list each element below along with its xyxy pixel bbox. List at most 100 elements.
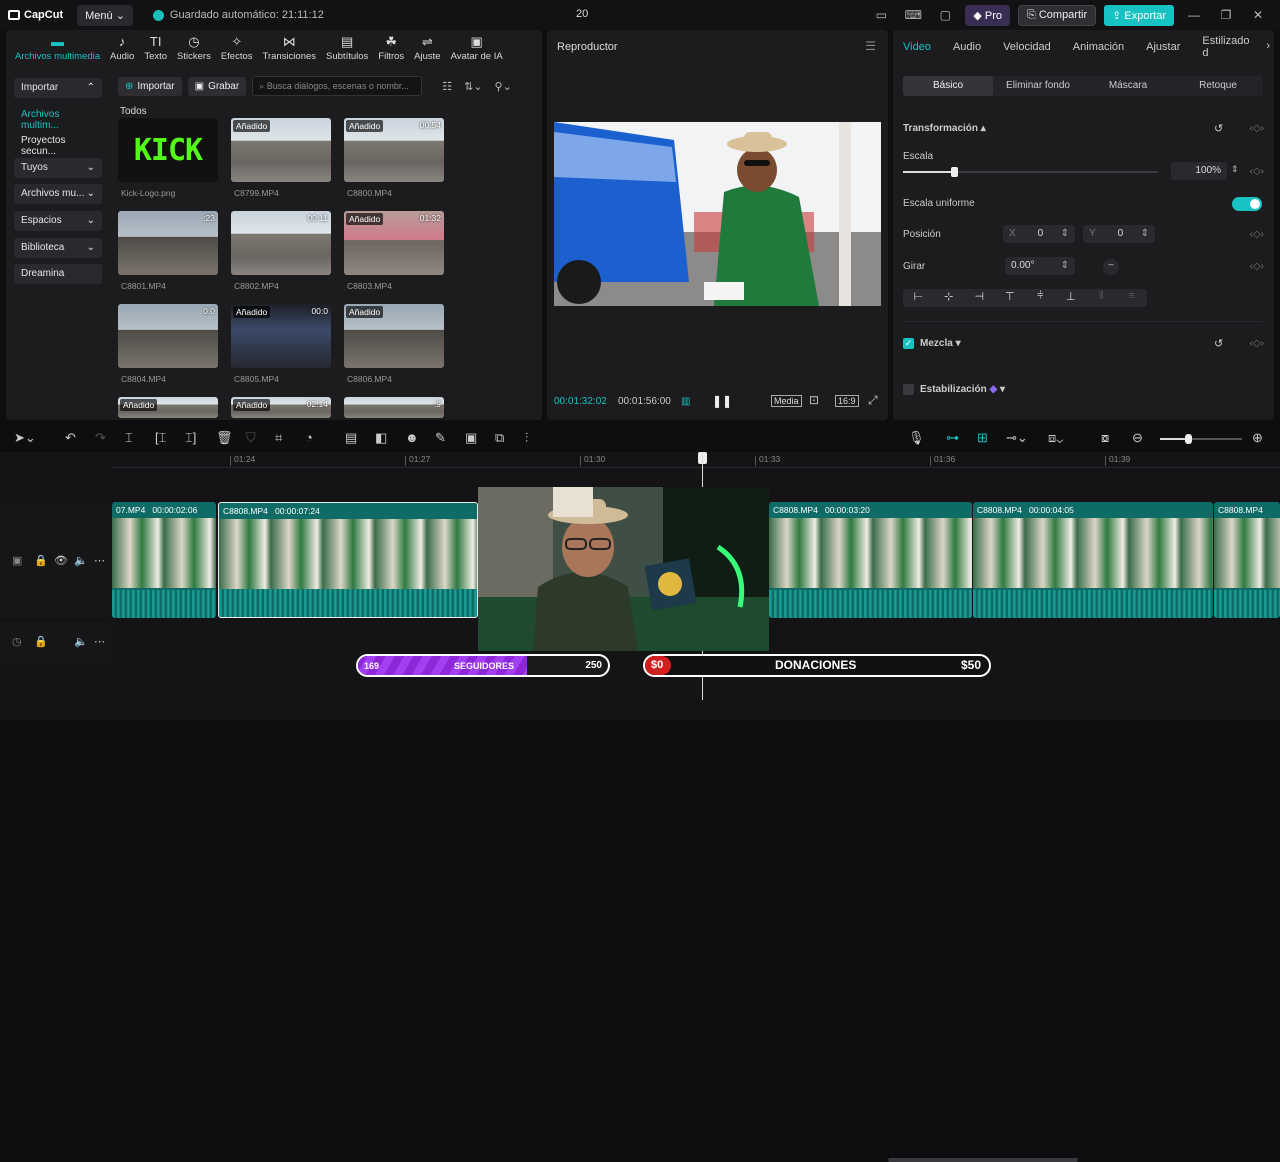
eye-icon[interactable]: 👁 bbox=[54, 554, 68, 567]
minimize-icon[interactable]: — bbox=[1182, 8, 1206, 22]
media-thumbnail[interactable]: Añadido bbox=[118, 397, 218, 418]
tool-sticker[interactable]: ◷ Stickers bbox=[172, 30, 216, 66]
media-thumbnail[interactable]: Añadido bbox=[344, 304, 444, 368]
scale-slider[interactable] bbox=[903, 167, 1158, 177]
position-y-input[interactable]: Y 0 ⇕ bbox=[1083, 225, 1155, 243]
lock-icon[interactable]: 🔒 bbox=[34, 554, 48, 567]
microphone-icon[interactable]: 🎙 bbox=[908, 430, 925, 446]
sidebar-item-7[interactable]: Dreamina bbox=[14, 264, 102, 285]
scale-value-input[interactable]: 100% bbox=[1171, 162, 1227, 180]
align-right-icon[interactable]: ⊣ bbox=[964, 289, 995, 307]
snapshot-icon[interactable]: ⊡ bbox=[809, 393, 819, 407]
zoom-slider-knob[interactable] bbox=[1185, 434, 1192, 444]
split-right-icon[interactable]: ⌶] bbox=[185, 430, 196, 446]
subtitle-tool-icon[interactable]: ▣ bbox=[465, 430, 477, 446]
ratio-button[interactable]: 16:9 bbox=[835, 395, 859, 407]
media-thumbnail[interactable]: Añadido 02:14 bbox=[231, 397, 331, 418]
align-top-icon[interactable]: ⊤ bbox=[995, 289, 1026, 307]
blend-section-title[interactable]: Mezcla ▾ bbox=[920, 338, 961, 349]
zoom-out-icon[interactable]: ⊖ bbox=[1132, 430, 1143, 446]
rotate-stepper-icon[interactable]: ⇕ bbox=[1061, 260, 1069, 271]
pos-x-stepper-icon[interactable]: ⇕ bbox=[1061, 228, 1069, 239]
screen-split-icon[interactable]: ⧈⌄ bbox=[1048, 430, 1063, 446]
tool-adjust[interactable]: ⇌ Ajuste bbox=[409, 30, 445, 66]
inspector-tab-1[interactable]: Audio bbox=[953, 41, 981, 53]
sidebar-item-0[interactable]: Importar ⌃ bbox=[14, 78, 102, 98]
tool-media[interactable]: ▬ Archivos multimedia bbox=[10, 30, 105, 66]
zoom-slider[interactable] bbox=[1160, 434, 1242, 444]
pos-y-stepper-icon[interactable]: ⇕ bbox=[1141, 228, 1149, 239]
zoom-in-icon[interactable]: ⊕ bbox=[1252, 430, 1263, 446]
keyframe-position-icon[interactable]: ‹◇› bbox=[1250, 229, 1264, 240]
split-left-icon[interactable]: [⌶ bbox=[155, 430, 166, 446]
inspector-tab-2[interactable]: Velocidad bbox=[1003, 41, 1051, 53]
mirror-icon[interactable]: ◧ bbox=[375, 430, 387, 446]
export-frame-icon[interactable]: ⧉ bbox=[495, 430, 504, 446]
link-magnet-icon[interactable]: ⊶ bbox=[946, 430, 959, 446]
timeline-scrollbar[interactable] bbox=[888, 1158, 1078, 1162]
uniform-scale-toggle[interactable] bbox=[1232, 197, 1262, 211]
media-thumbnail[interactable]: 00:11 bbox=[231, 211, 331, 275]
tabs-next-icon[interactable]: › bbox=[1266, 40, 1270, 52]
pause-icon[interactable]: ❚❚ bbox=[712, 394, 732, 408]
keyframe-blend-icon[interactable]: ‹◇› bbox=[1250, 338, 1264, 349]
media-thumbnail[interactable]: :9 bbox=[344, 397, 444, 418]
fit-screen-icon[interactable]: ⧇ bbox=[1101, 430, 1109, 446]
tool-audio[interactable]: ♪ Audio bbox=[105, 30, 139, 66]
sort-icon[interactable]: ⇅⌄ bbox=[464, 80, 482, 93]
media-thumbnail[interactable]: :23 bbox=[118, 211, 218, 275]
sidebar-item-3[interactable]: Tuyos ⌄ bbox=[14, 157, 102, 178]
audio-more-icon[interactable]: ⋯ bbox=[94, 635, 105, 648]
player-menu-icon[interactable]: ☰ bbox=[865, 39, 876, 53]
record-button[interactable]: ▣ Grabar bbox=[187, 76, 247, 96]
media-thumbnail[interactable]: 0:0 bbox=[118, 304, 218, 368]
transform-section-title[interactable]: Transformación ▴ bbox=[903, 123, 986, 134]
filter-icon[interactable]: ⚲⌄ bbox=[495, 80, 512, 93]
distribute-v-icon[interactable]: ≡ bbox=[1117, 289, 1148, 307]
timeline-clip[interactable]: C8808.MP4 00:00:04:05 bbox=[973, 502, 1213, 618]
inspector-subtab-0[interactable]: Básico bbox=[903, 76, 993, 96]
tool-effects[interactable]: ✧ Efectos bbox=[216, 30, 258, 66]
align-left-icon[interactable]: ⊢ bbox=[903, 289, 934, 307]
mute-icon[interactable]: 🔈 bbox=[74, 554, 88, 567]
link-icon[interactable]: ⊸⌄ bbox=[1006, 430, 1028, 446]
pro-button[interactable]: ◆ Pro bbox=[965, 4, 1010, 26]
tool-filter[interactable]: ☘ Filtros bbox=[373, 30, 409, 66]
caption-icon[interactable]: ▤ bbox=[345, 430, 357, 446]
inspector-tab-4[interactable]: Ajustar bbox=[1146, 41, 1180, 53]
preview-axis-icon[interactable]: ⊞ bbox=[977, 430, 988, 446]
keyframe-transform-icon[interactable]: ‹◇› bbox=[1250, 123, 1264, 134]
align-center-v-icon[interactable]: ⫩ bbox=[1025, 289, 1056, 307]
inspector-subtab-1[interactable]: Eliminar fondo bbox=[993, 76, 1083, 96]
import-button[interactable]: ⊕ Importar bbox=[118, 76, 182, 96]
inspector-tab-0[interactable]: Video bbox=[903, 41, 931, 53]
rotate-dial-icon[interactable]: – bbox=[1103, 259, 1119, 275]
fullscreen-icon[interactable]: ⤢ bbox=[868, 393, 878, 408]
reset-transform-icon[interactable]: ↺ bbox=[1214, 122, 1223, 135]
tool-avatar[interactable]: ▣ Avatar de IA bbox=[446, 30, 508, 66]
sidebar-item-1[interactable]: Archivos multim... bbox=[14, 104, 102, 131]
close-icon[interactable]: ✕ bbox=[1246, 8, 1270, 22]
profile-icon[interactable]: ▢ bbox=[933, 8, 957, 22]
menu-button[interactable]: Menú ⌄ bbox=[77, 4, 133, 26]
media-thumbnail[interactable]: Añadido 00:54 bbox=[344, 118, 444, 182]
tool-subtitles[interactable]: ▤ Subtítulos bbox=[321, 30, 373, 66]
keyframe-scale-icon[interactable]: ‹◇› bbox=[1250, 166, 1264, 177]
inspector-subtab-3[interactable]: Retoque bbox=[1173, 76, 1263, 96]
share-button[interactable]: ⎘ Compartir bbox=[1017, 4, 1097, 26]
distribute-h-icon[interactable]: ⫴ bbox=[1086, 289, 1117, 307]
select-tool-icon[interactable]: ➤⌄ bbox=[14, 430, 36, 446]
undo-icon[interactable]: ↶ bbox=[65, 430, 76, 446]
split-icon[interactable]: ⌶ bbox=[125, 430, 133, 446]
audio-wave-icon[interactable]: ⫶ bbox=[525, 430, 528, 446]
audio-lock-icon[interactable]: 🔒 bbox=[34, 635, 48, 648]
align-bottom-icon[interactable]: ⊥ bbox=[1056, 289, 1087, 307]
blend-checkbox[interactable]: ✓ bbox=[903, 338, 914, 349]
restore-icon[interactable]: ❐ bbox=[1214, 8, 1238, 22]
timeline-ruler[interactable]: 01:24 01:27 01:30 01:33 01:36 01:39 bbox=[112, 452, 1280, 468]
speed-curve-icon[interactable]: ◔ bbox=[305, 430, 313, 445]
sidebar-item-2[interactable]: Proyectos secun... bbox=[14, 131, 102, 157]
media-thumbnail[interactable]: Añadido bbox=[231, 118, 331, 182]
audio-mute-icon[interactable]: 🔈 bbox=[74, 635, 88, 648]
stabilize-checkbox[interactable] bbox=[903, 384, 914, 395]
